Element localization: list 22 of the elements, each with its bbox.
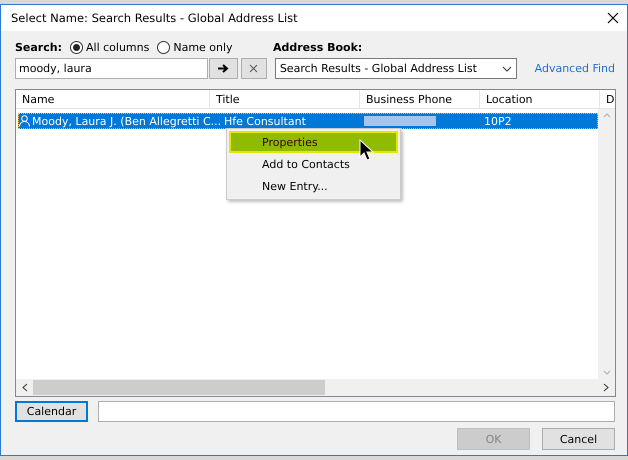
search-field[interactable]: moody, laura: [15, 58, 208, 79]
table-cell-text: 10P2: [484, 114, 513, 128]
menu-item[interactable]: Add to Contacts: [229, 153, 398, 175]
table-cell-text: Hfe Consultant: [224, 114, 307, 128]
radio-option[interactable]: All columns: [70, 41, 150, 54]
menu-item[interactable]: Properties: [229, 131, 398, 153]
table-cell: Moody, Laura J. (Ben Allegretti C...: [19, 114, 224, 128]
dialog-button[interactable]: Cancel: [542, 428, 615, 450]
calendar-button[interactable]: Calendar: [15, 401, 88, 422]
radio-option[interactable]: Name only: [157, 41, 233, 54]
menu-item[interactable]: New Entry...: [229, 175, 398, 197]
column-header[interactable]: D: [600, 90, 615, 108]
search-label: Search:: [15, 41, 62, 54]
column-header[interactable]: Name: [16, 90, 210, 108]
column-header[interactable]: Business Phone: [360, 90, 480, 108]
result-row[interactable]: Moody, Laura J. (Ben Allegretti C... Hfe Consultant 10P2: [18, 113, 598, 129]
address-book-dropdown[interactable]: Search Results - Global Address List: [274, 58, 517, 79]
advanced-find-link[interactable]: Advanced Find: [534, 62, 616, 75]
column-header[interactable]: Title: [210, 90, 360, 108]
window-title: Select Name: Search Results - Global Address List: [11, 11, 298, 25]
address-book-label: Address Book:: [273, 41, 362, 54]
column-header[interactable]: Location: [480, 90, 600, 108]
